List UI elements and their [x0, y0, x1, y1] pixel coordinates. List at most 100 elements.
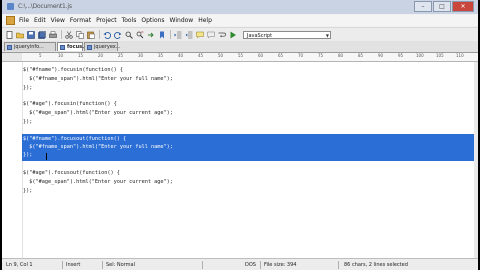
code-line[interactable]: }); [23, 118, 32, 127]
title-bar: C:\...\Document1.js – □ ✕ [2, 0, 478, 14]
outdent-icon[interactable] [185, 31, 193, 39]
status-file-size: File size: 394 [264, 262, 297, 268]
menu-tools[interactable]: Tools [122, 17, 137, 24]
print-icon[interactable] [49, 30, 57, 39]
bookmark-icon[interactable] [158, 31, 166, 39]
undo-icon[interactable] [103, 31, 111, 39]
editor-gutter [2, 62, 23, 258]
code-line[interactable]: $("#age_span").html("Enter your current … [23, 178, 173, 187]
document-icon[interactable] [6, 16, 15, 25]
menu-window[interactable]: Window [170, 17, 194, 24]
editor-window: C:\...\Document1.js – □ ✕ File Edit View… [2, 0, 478, 270]
code-line[interactable]: }); [23, 84, 32, 93]
file-icon [60, 45, 65, 50]
toolbar-separator [99, 30, 100, 39]
status-separator [338, 261, 339, 269]
menu-view[interactable]: View [51, 17, 65, 24]
status-position: Ln 9, Col 1 [6, 262, 33, 268]
window-title: C:\...\Document1.js [18, 3, 72, 10]
status-separator [102, 261, 103, 269]
document-tab-bar: jqueryinfo... focus.js jqueryex... [2, 41, 478, 53]
cut-icon[interactable] [65, 30, 73, 39]
ruler-mark: 80 [338, 53, 344, 58]
ruler-mark: 60 [258, 53, 264, 58]
code-line[interactable]: }); [23, 151, 32, 160]
status-separator [202, 261, 203, 269]
tab-label: jqueryex... [94, 44, 121, 50]
window-controls: – □ ✕ [414, 1, 474, 12]
code-line[interactable]: }); [23, 187, 32, 196]
open-icon[interactable] [16, 31, 24, 39]
chevron-down-icon[interactable]: ▼ [326, 32, 329, 40]
file-icon [87, 45, 92, 50]
toolbar-separator [170, 30, 171, 39]
ruler-mark: 110 [456, 53, 464, 58]
ruler-mark: 5 [39, 53, 42, 58]
save-icon[interactable] [27, 30, 35, 39]
ruler-mark: 45 [198, 53, 204, 58]
tab-jqueryinfo[interactable]: jqueryinfo... [4, 42, 56, 51]
ruler-mark: 65 [278, 53, 284, 58]
find-icon[interactable] [125, 31, 133, 39]
menu-format[interactable]: Format [70, 17, 91, 24]
toolbar-separator [61, 30, 62, 39]
menu-options[interactable]: Options [141, 17, 164, 24]
ruler-mark: 90 [378, 53, 384, 58]
column-ruler: 5 10 15 20 25 30 35 40 45 50 55 60 65 70… [2, 53, 478, 62]
goto-icon[interactable] [147, 31, 155, 39]
code-line[interactable]: $("#fname_span").html("Enter your full n… [23, 75, 173, 84]
menu-help[interactable]: Help [198, 17, 212, 24]
close-button[interactable]: ✕ [452, 1, 474, 12]
code-editor[interactable]: $("#fname").focusin(function() { $("#fna… [2, 62, 478, 258]
wrap-icon[interactable] [218, 31, 226, 39]
ruler-mark: 25 [118, 53, 124, 58]
replace-icon[interactable] [136, 31, 144, 39]
maximize-button[interactable]: □ [433, 1, 451, 12]
ruler-mark: 50 [218, 53, 224, 58]
redo-icon[interactable] [114, 31, 122, 39]
code-line[interactable]: $("#age").focusin(function() { [23, 100, 117, 109]
menu-project[interactable]: Project [96, 17, 117, 24]
tab-jqueryex[interactable]: jqueryex... [84, 42, 121, 51]
status-bar: Ln 9, Col 1 Insert Sel: Normal DOS File … [2, 258, 478, 270]
ruler-mark: 20 [98, 53, 104, 58]
ruler-mark: 85 [358, 53, 364, 58]
status-sel-mode: Sel: Normal [106, 262, 136, 268]
menu-bar: File Edit View Format Project Tools Opti… [2, 15, 478, 26]
code-line[interactable]: $("#age_span").html("Enter your current … [23, 109, 173, 118]
tab-focus-js[interactable]: focus.js [57, 42, 89, 51]
copy-icon[interactable] [76, 30, 84, 39]
status-mode: Insert [66, 262, 81, 268]
code-line[interactable]: $("#age").focusout(function() { [23, 169, 120, 178]
run-icon[interactable] [229, 31, 237, 39]
code-line[interactable]: $("#fname").focusin(function() { [23, 66, 123, 75]
save-all-icon[interactable] [38, 30, 46, 39]
language-select-value: JavaScript [247, 32, 273, 39]
ruler-mark: 105 [436, 53, 444, 58]
language-select[interactable]: JavaScript ▼ [243, 30, 331, 40]
ruler-mark: 10 [58, 53, 64, 58]
status-selection: 86 chars, 2 lines selected [344, 262, 408, 268]
toolbar: JavaScript ▼ [2, 27, 478, 42]
new-icon[interactable] [5, 30, 13, 39]
uncomment-icon[interactable] [207, 31, 215, 39]
ruler-mark: 55 [238, 53, 244, 58]
ruler-mark: 100 [416, 53, 424, 58]
ruler-corner [2, 53, 22, 61]
tab-label: jqueryinfo... [14, 44, 44, 50]
minimize-button[interactable]: – [414, 1, 432, 12]
status-line-ending: DOS [245, 262, 256, 268]
mouse-text-cursor [46, 153, 47, 160]
ruler-mark: 95 [398, 53, 404, 58]
vertical-scrollbar[interactable] [474, 62, 478, 258]
code-line[interactable]: $("#fname_span").html("Enter your full n… [23, 143, 173, 152]
menu-edit[interactable]: Edit [34, 17, 46, 24]
paste-icon[interactable] [87, 31, 95, 39]
ruler-mark: 75 [318, 53, 324, 58]
file-icon [7, 45, 12, 50]
ruler-mark: 30 [138, 53, 144, 58]
comment-icon[interactable] [196, 31, 204, 39]
indent-icon[interactable] [174, 31, 182, 39]
menu-file[interactable]: File [19, 17, 29, 24]
ruler-mark: 15 [78, 53, 84, 58]
